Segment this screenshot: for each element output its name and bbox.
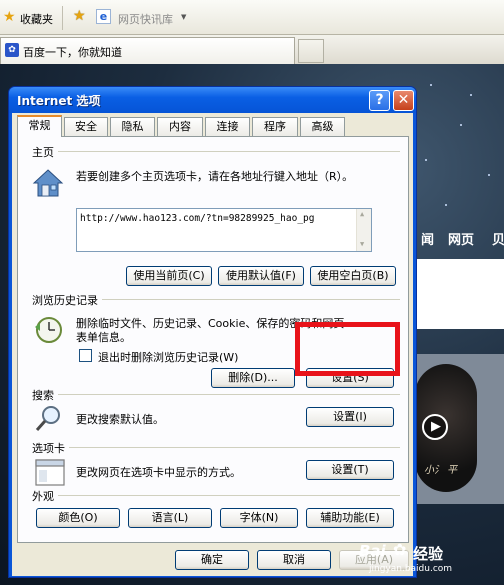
watermark-brand: Bai: [359, 542, 386, 560]
fonts-button[interactable]: 字体(N): [220, 508, 298, 528]
browser-tab[interactable]: ✿ 百度一下，你就知道: [0, 37, 295, 64]
homepage-url-text: http://www.hao123.com/?tn=98289925_hao_p…: [80, 213, 315, 224]
languages-button[interactable]: 语言(L): [128, 508, 212, 528]
close-button[interactable]: ✕: [393, 90, 414, 111]
dialog-titlebar[interactable]: Internet 选项 ? ✕: [9, 87, 416, 113]
home-icon: [32, 168, 64, 198]
delete-history-button[interactable]: 删除(D)...: [211, 368, 295, 388]
baidu-paw-icon: ✿: [5, 43, 19, 57]
section-divider: [32, 151, 400, 152]
favorites-bar: ★ 收藏夹 ★ e 网页快讯库 ▼: [0, 0, 504, 35]
tabs-section-label: 选项卡: [32, 440, 69, 456]
homepage-description: 若要创建多个主页选项卡，请在各地址行键入地址（R）。: [76, 170, 354, 183]
homepage-section-label: 主页: [32, 144, 58, 160]
nav-item-web[interactable]: 网页: [448, 229, 474, 248]
help-icon: ?: [375, 92, 384, 108]
play-button[interactable]: ▶: [422, 414, 448, 440]
dialog-title: Internet 选项: [17, 94, 101, 108]
section-divider: [32, 394, 400, 395]
new-tab-button[interactable]: [298, 39, 324, 63]
history-clock-icon: [32, 315, 64, 345]
colors-button[interactable]: 颜色(O): [36, 508, 120, 528]
tab-connections[interactable]: 连接: [205, 117, 250, 136]
search-section-label: 搜索: [32, 387, 58, 403]
homepage-url-textarea[interactable]: http://www.hao123.com/?tn=98289925_hao_p…: [76, 208, 372, 252]
tab-content[interactable]: 内容: [157, 117, 203, 136]
appearance-section-label: 外观: [32, 488, 58, 504]
exit-delete-label[interactable]: 退出时删除浏览历史记录(W): [98, 349, 238, 365]
add-favorite-icon[interactable]: ★: [73, 8, 86, 24]
accessibility-button[interactable]: 辅助功能(E): [306, 508, 394, 528]
tab-bar: ✿ 百度一下，你就知道: [0, 35, 504, 64]
watermark-site: jingyan.baidu.com: [369, 564, 453, 574]
use-blank-button[interactable]: 使用空白页(B): [310, 266, 396, 286]
search-magnifier-icon: [34, 403, 64, 433]
tab-security[interactable]: 安全: [64, 117, 108, 136]
web-slice-icon: e: [96, 9, 111, 24]
scroll-down-icon[interactable]: ▼: [360, 240, 364, 248]
watermark-brand-suffix: 经验: [413, 545, 444, 563]
exit-delete-checkbox[interactable]: [79, 349, 92, 362]
scroll-up-icon[interactable]: ▲: [360, 210, 364, 218]
tab-programs[interactable]: 程序: [252, 117, 298, 136]
search-settings-button[interactable]: 设置(I): [306, 407, 394, 427]
textarea-scrollbar[interactable]: ▲ ▼: [356, 209, 371, 251]
tab-privacy[interactable]: 隐私: [110, 117, 155, 136]
tabs-window-icon: [34, 457, 66, 487]
nav-item-more[interactable]: 贝: [492, 229, 504, 248]
section-divider: [32, 447, 400, 448]
history-section-label: 浏览历史记录: [32, 292, 102, 308]
tabs-description: 更改网页在选项卡中显示的方式。: [76, 466, 241, 479]
tabs-settings-button[interactable]: 设置(T): [306, 460, 394, 480]
tab-title: 百度一下，你就知道: [23, 46, 122, 59]
use-default-button[interactable]: 使用默认值(F): [218, 266, 304, 286]
quick-link-label[interactable]: 网页快讯库: [118, 11, 173, 27]
history-description-line2: 表单信息。: [76, 331, 131, 344]
help-button[interactable]: ?: [369, 90, 390, 111]
content-panel: ▶ 小氵 平: [410, 354, 504, 504]
tab-advanced[interactable]: 高级: [300, 117, 345, 136]
play-icon: ▶: [431, 419, 441, 434]
favorites-star-icon[interactable]: ★: [3, 9, 16, 25]
chevron-down-icon[interactable]: ▼: [181, 13, 186, 21]
favorites-label[interactable]: 收藏夹: [20, 11, 53, 27]
tab-general[interactable]: 常规: [17, 115, 62, 137]
search-area: [410, 259, 504, 329]
search-description: 更改搜索默认值。: [76, 413, 164, 426]
cancel-button[interactable]: 取消: [257, 550, 331, 570]
thumbnail-caption: 小氵 平: [424, 465, 458, 476]
toolbar-divider: [62, 6, 63, 30]
ok-button[interactable]: 确定: [175, 550, 249, 570]
highlight-box: [295, 322, 400, 376]
nav-item-news[interactable]: 闻: [421, 229, 434, 248]
section-divider: [32, 495, 400, 496]
use-current-page-button[interactable]: 使用当前页(C): [126, 266, 212, 286]
paw-icon: ✿: [393, 540, 407, 559]
close-icon: ✕: [397, 92, 410, 108]
baidu-watermark: Bai ✿ 经验 jingyan.baidu.com: [355, 538, 504, 580]
